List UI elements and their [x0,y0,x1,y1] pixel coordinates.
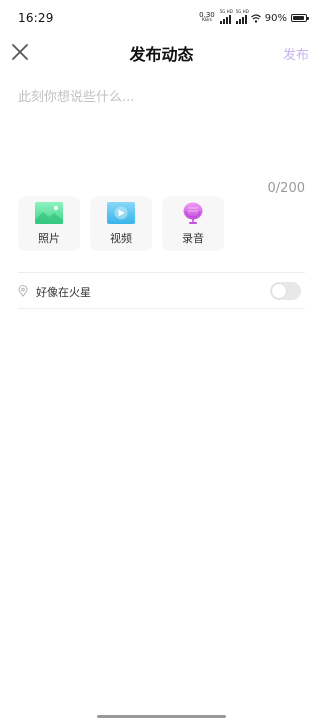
divider [18,308,305,309]
home-indicator[interactable] [97,715,226,718]
toggle-knob [272,284,286,298]
sim1-label: 5G HD [219,9,233,14]
network-speed: 0.30 KB/s [199,12,215,24]
signal-icon: 5G HD [235,9,249,24]
video-icon [107,202,135,224]
location-pin-icon [18,285,28,297]
char-count: 0/200 [267,181,305,196]
status-time: 16:29 [18,11,54,25]
signal-icon: 5G HD [219,9,233,24]
wifi-icon [250,13,261,23]
location-row[interactable]: 好像在火星 [18,278,305,305]
record-label: 录音 [182,232,204,245]
battery-icon [291,14,309,22]
photo-button[interactable]: 照片 [18,196,80,251]
post-text-input[interactable] [18,86,305,174]
media-buttons: 照片 视频 录音 [18,196,224,251]
location-label: 好像在火星 [36,286,91,299]
network-speed-unit: KB/s [202,18,212,24]
battery-percent: 90% [264,12,287,24]
photo-icon [35,202,63,224]
sim2-label: 5G HD [235,9,249,14]
status-icons: 0.30 KB/s 5G HD 5G HD 90% [199,9,309,25]
video-button[interactable]: 视频 [90,196,152,251]
header: 发布动态 发布 [0,36,323,68]
status-bar: 16:29 0.30 KB/s 5G HD 5G HD 90% [0,0,323,36]
record-button[interactable]: 录音 [162,196,224,251]
divider [18,272,305,273]
microphone-icon [183,202,203,224]
location-toggle[interactable] [270,282,301,300]
page-title: 发布动态 [129,45,194,64]
video-label: 视频 [110,232,132,245]
publish-button[interactable]: 发布 [283,44,309,63]
photo-label: 照片 [38,232,60,245]
